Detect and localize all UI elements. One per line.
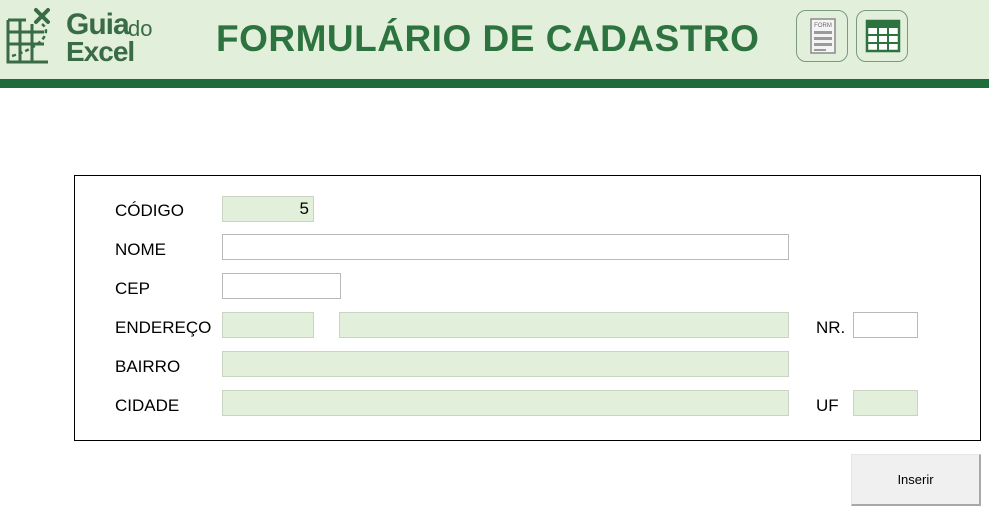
registration-form: CÓDIGO 5 NOME CEP ENDEREÇO NR. BAIRRO CI…	[74, 175, 981, 441]
cep-input[interactable]	[222, 273, 341, 299]
spreadsheet-map-icon	[6, 8, 50, 64]
guia-do-excel-logo: Guia do Excel	[2, 6, 172, 68]
nome-input[interactable]	[222, 234, 789, 260]
cidade-label: CIDADE	[115, 396, 180, 415]
bairro-field	[222, 351, 789, 377]
table-icon	[865, 19, 901, 53]
endereco-tipo-field	[222, 312, 314, 338]
codigo-field: 5	[222, 196, 314, 222]
header-divider	[0, 79, 989, 88]
cidade-field	[222, 390, 789, 416]
table-view-button[interactable]	[856, 10, 908, 62]
uf-field	[853, 390, 918, 416]
nome-label: NOME	[115, 240, 166, 259]
insert-button[interactable]: Inserir	[851, 454, 981, 506]
endereco-label: ENDEREÇO	[115, 318, 212, 337]
codigo-label: CÓDIGO	[115, 201, 184, 220]
page-title: FORMULÁRIO DE CADASTRO	[216, 18, 760, 59]
numero-label: NR.	[816, 318, 846, 337]
numero-input[interactable]	[853, 312, 918, 338]
cep-label: CEP	[115, 279, 150, 298]
logo-word-excel: Excel	[66, 36, 135, 67]
bairro-label: BAIRRO	[115, 357, 181, 376]
form-view-button[interactable]: FORM	[796, 10, 848, 62]
form-icon: FORM	[810, 18, 836, 54]
form-icon-caption: FORM	[814, 23, 832, 29]
uf-label: UF	[816, 396, 839, 415]
endereco-field	[339, 312, 789, 338]
header: Guia do Excel FORMULÁRIO DE CADASTRO FOR…	[0, 0, 989, 79]
